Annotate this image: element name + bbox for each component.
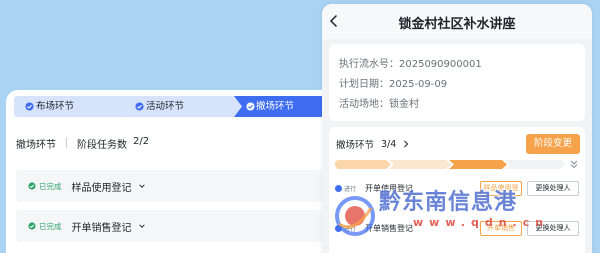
chevron-down-icon[interactable] <box>138 182 146 190</box>
change-handler-button[interactable]: 更换处理人 <box>527 221 579 236</box>
progress-segment-current <box>449 160 507 169</box>
status-text: 已完成 <box>39 181 62 191</box>
desktop-panel: 布场环节 活动环节 撤场环节 撤场环节 阶段任务数 2/2 已完成 样品使用登记… <box>6 90 346 253</box>
stage-task-label: 阶段任务数 <box>77 140 127 151</box>
step-label: 活动环节 <box>146 101 185 112</box>
change-handler-button[interactable]: 更换处理人 <box>527 181 579 196</box>
mobile-nav-bar: 锁金村社区补水讲座 <box>322 4 592 39</box>
task-name: 开单销售登记 <box>365 224 413 233</box>
status-badge: 已完成 <box>28 221 62 232</box>
serial-number: 执行流水号：2025090900001 <box>339 59 482 70</box>
task-name: 样品使用登记 <box>71 182 132 194</box>
stage-name: 撤场环节 <box>16 140 56 151</box>
mobile-task-row[interactable]: 进行 开单销售登记 开单销售 更换处理人 <box>335 221 579 237</box>
stage-progress-bar <box>335 160 565 169</box>
chevron-right-icon <box>404 140 409 148</box>
step-label: 撤场环节 <box>256 101 295 112</box>
mobile-panel: 锁金村社区补水讲座 执行流水号：2025090900001 计划日期：2025-… <box>322 4 592 253</box>
status-badge: 已完成 <box>28 181 62 192</box>
check-circle-icon <box>28 222 36 230</box>
stage-stepper: 布场环节 活动环节 撤场环节 <box>14 96 344 117</box>
stage-summary: 撤场环节 阶段任务数 2/2 <box>16 136 149 151</box>
progress-segment <box>505 160 565 169</box>
page-title: 锁金村社区补水讲座 <box>398 17 516 32</box>
chevron-down-icon[interactable] <box>138 222 146 230</box>
status-dot-icon <box>335 185 342 192</box>
task-row[interactable]: 已完成 样品使用登记 <box>16 170 336 202</box>
stage-task-count: 2/2 <box>133 136 150 147</box>
check-circle-icon <box>25 102 34 111</box>
task-status: 进行 <box>335 184 356 193</box>
task-status: 进行 <box>335 224 356 233</box>
expand-icon[interactable] <box>569 159 579 169</box>
stage-header[interactable]: 撤场环节 3/4 <box>336 137 409 151</box>
task-name: 开单销售登记 <box>71 222 132 234</box>
plan-date: 计划日期：2025-09-09 <box>339 79 448 90</box>
stage-change-button[interactable]: 阶段变更 <box>526 134 580 154</box>
status-text: 已完成 <box>39 221 62 231</box>
divider <box>66 137 67 148</box>
check-circle-icon <box>28 182 36 190</box>
stage-progress: 3/4 <box>381 138 397 150</box>
task-name: 开单使用登记 <box>365 184 413 193</box>
status-text: 进行 <box>344 226 357 233</box>
task-tag[interactable]: 开单销售 <box>480 221 522 236</box>
check-circle-icon <box>135 102 144 111</box>
venue: 活动场地：锁金村 <box>339 99 419 110</box>
stage-card: 撤场环节 3/4 阶段变更 进行 开单使用登记 样品使用登 更换处理人 进行 开… <box>329 127 585 253</box>
step-activity[interactable]: 活动环节 <box>124 96 242 117</box>
progress-segment <box>389 160 451 169</box>
activity-info-card: 执行流水号：2025090900001 计划日期：2025-09-09 活动场地… <box>329 44 585 121</box>
progress-segment <box>335 160 391 169</box>
check-circle-icon <box>246 102 255 111</box>
task-row[interactable]: 已完成 开单销售登记 <box>16 210 336 242</box>
task-tag[interactable]: 样品使用登 <box>480 181 522 196</box>
mobile-task-row[interactable]: 进行 开单使用登记 样品使用登 更换处理人 <box>335 181 579 197</box>
step-label: 布场环节 <box>36 101 75 112</box>
status-dot-icon <box>335 225 342 232</box>
stage-label: 撤场环节 <box>336 140 375 151</box>
step-setup[interactable]: 布场环节 <box>14 96 132 117</box>
status-text: 进行 <box>344 186 357 193</box>
